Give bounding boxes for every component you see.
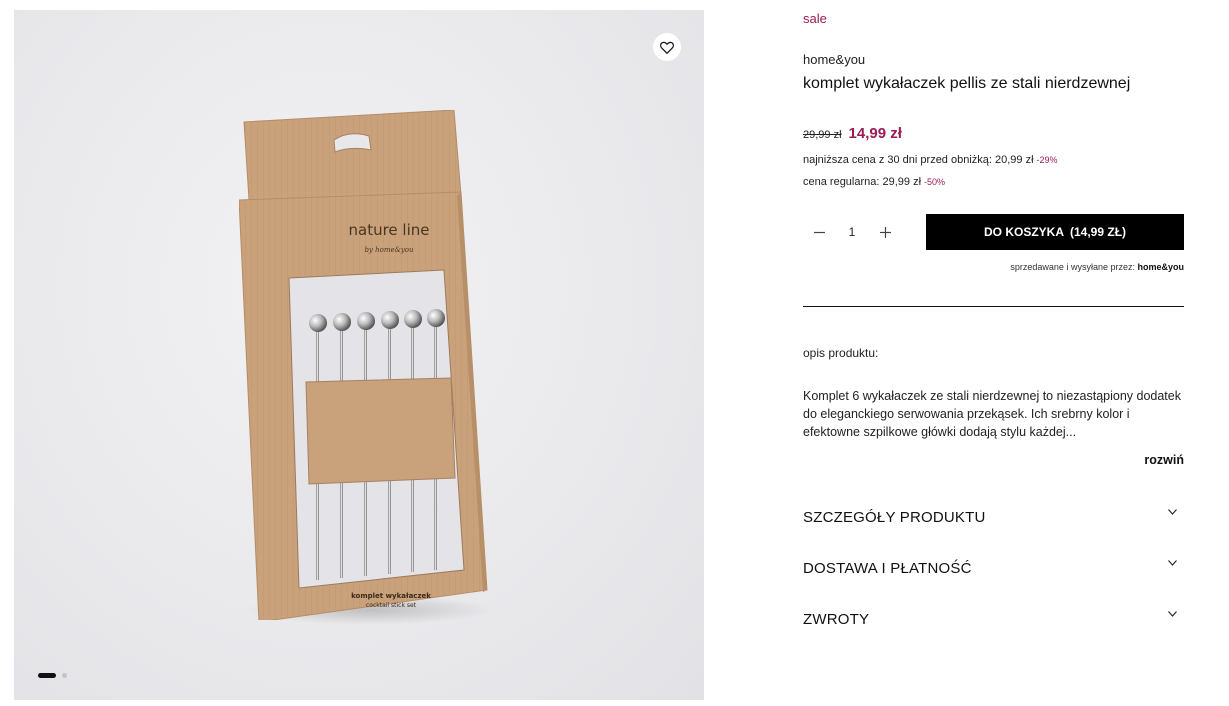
old-price: 29,99 zł (803, 129, 842, 141)
accordion-product-details[interactable]: SZCZEGÓŁY PRODUKTU (803, 502, 1184, 532)
description-text: Komplet 6 wykałaczek ze stali nierdzewne… (803, 389, 1181, 439)
regular-price-info: cena regularna: 29,99 zł -50% (803, 176, 945, 188)
product-gallery[interactable]: nature line by home&you komplet wykałacz… (14, 10, 704, 700)
svg-text:nature line: nature line (349, 221, 430, 239)
lowest-price-discount: -29% (1036, 155, 1058, 165)
regular-price-label: cena regularna: 29,99 zł (803, 176, 922, 188)
add-to-cart-button[interactable]: DO KOSZYKA (14,99 ZŁ) (926, 214, 1184, 250)
accordion-returns[interactable]: ZWROTY (803, 604, 1184, 634)
accordion-label: DOSTAWA I PŁATNOŚĆ (803, 559, 972, 577)
svg-text:by home&you: by home&you (364, 246, 414, 254)
minus-icon (813, 231, 825, 233)
chevron-down-icon (1168, 509, 1177, 515)
sale-badge: sale (803, 11, 827, 26)
lowest-price-label: najniższa cena z 30 dni przed obniżką: 2… (803, 154, 1034, 166)
seller-label: sprzedawane i wysyłane przez: (1010, 262, 1135, 272)
sale-price: 14,99 zł (848, 125, 902, 142)
product-image: nature line by home&you komplet wykałacz… (239, 110, 488, 620)
add-to-cart-price: (14,99 ZŁ) (1070, 225, 1127, 239)
chevron-down-icon (1168, 560, 1177, 566)
product-title: komplet wykałaczek pellis ze stali nierd… (803, 75, 1131, 92)
accordion-label: ZWROTY (803, 610, 870, 628)
heart-icon (660, 41, 674, 54)
svg-text:komplet wykałaczek: komplet wykałaczek (351, 592, 431, 600)
divider (803, 306, 1184, 307)
svg-text:cocktail stick set: cocktail stick set (366, 602, 417, 609)
brand-link[interactable]: home&you (803, 52, 865, 67)
add-to-cart-label: DO KOSZYKA (983, 225, 1064, 239)
seller-name[interactable]: home&you (1137, 262, 1184, 272)
quantity-stepper: 1 (803, 214, 913, 250)
accordion-label: SZCZEGÓŁY PRODUKTU (803, 508, 986, 526)
price-row: 29,99 zł 14,99 zł (803, 125, 902, 142)
accordion-delivery-payment[interactable]: DOSTAWA I PŁATNOŚĆ (803, 553, 1184, 583)
decrease-quantity-button[interactable] (803, 214, 835, 250)
plus-icon (879, 226, 891, 238)
quantity-value[interactable]: 1 (835, 225, 869, 239)
favorite-button[interactable] (653, 33, 681, 61)
chevron-down-icon (1168, 611, 1177, 617)
regular-price-discount: -50% (924, 177, 946, 187)
slide-dot-active[interactable] (38, 673, 56, 678)
increase-quantity-button[interactable] (869, 214, 901, 250)
seller-info: sprzedawane i wysyłane przez: home&you (1010, 262, 1184, 272)
lowest-price-info: najniższa cena z 30 dni przed obniżką: 2… (803, 154, 1058, 166)
description-heading: opis produktu: (803, 346, 879, 360)
slide-indicator (38, 673, 67, 678)
expand-description-link[interactable]: rozwiń (1144, 453, 1184, 467)
slide-dot[interactable] (62, 673, 67, 678)
